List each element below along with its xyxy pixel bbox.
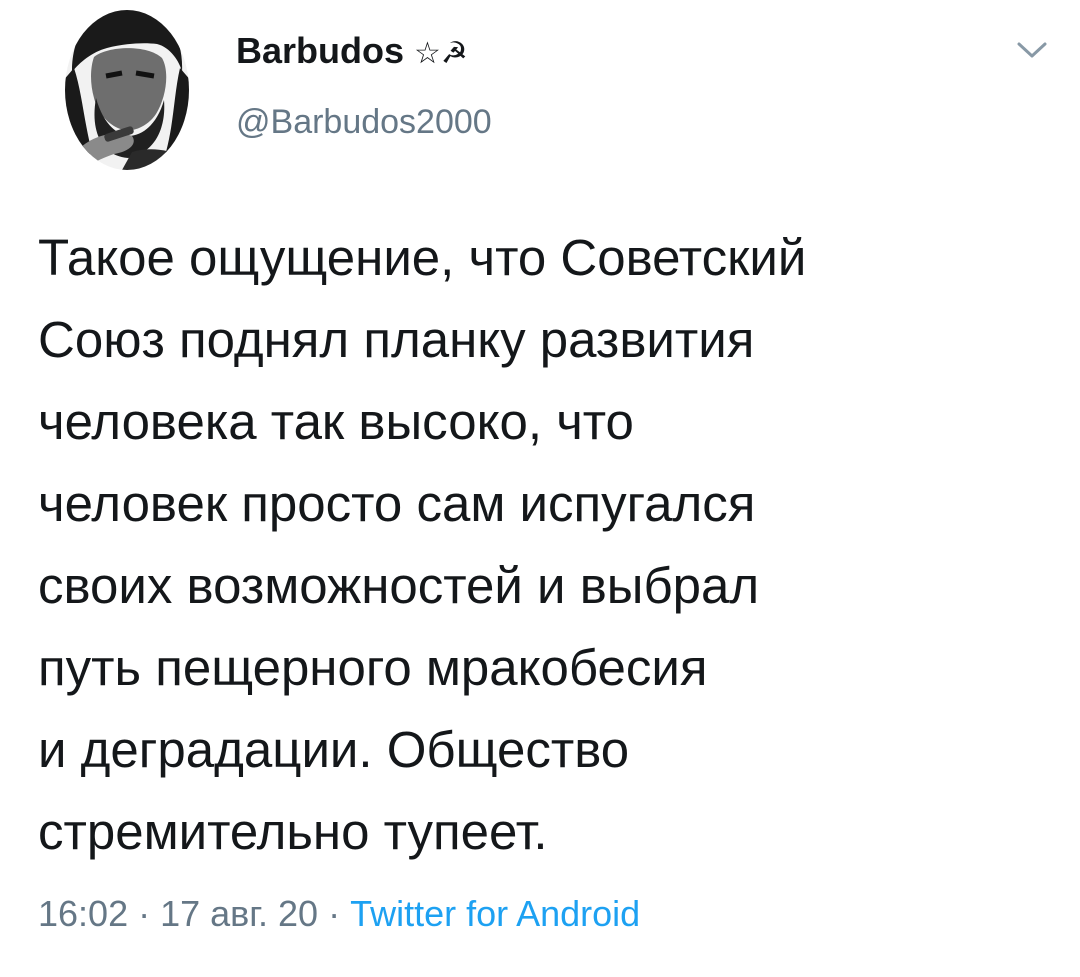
- chevron-down-icon[interactable]: [1016, 40, 1048, 60]
- meta-separator: ·: [128, 893, 161, 934]
- meta-separator: ·: [318, 893, 351, 934]
- tweet-source-link[interactable]: Twitter for Android: [350, 893, 640, 934]
- tweet-time[interactable]: 16:02: [38, 893, 128, 934]
- tweet-date[interactable]: 17 авг. 20: [160, 893, 318, 934]
- star-hammer-sickle-emoji: ☆☭: [414, 36, 468, 71]
- display-name-text[interactable]: Barbudos: [236, 30, 404, 71]
- tweet-text-line: Союз поднял планку развития: [38, 311, 755, 368]
- user-handle[interactable]: @Barbudos2000: [236, 103, 492, 142]
- tweet-text-line: Такое ощущение, что Советский: [38, 229, 807, 286]
- tweet-text-line: и деградации. Общество: [38, 721, 630, 778]
- avatar[interactable]: [62, 2, 192, 170]
- tweet-text-line: путь пещерного мракобесия: [38, 639, 708, 696]
- tweet-text-line: стремительно тупеет.: [38, 803, 548, 860]
- tweet-text-line: своих возможностей и выбрал: [38, 557, 760, 614]
- display-name[interactable]: Barbudos ☆☭: [236, 30, 468, 72]
- tweet-text: Такое ощущение, что Советский Союз подня…: [38, 217, 1048, 873]
- tweet-text-line: человек просто сам испугался: [38, 475, 756, 532]
- tweet-text-line: человека так высоко, что: [38, 393, 634, 450]
- tweet-meta: 16:02 · 17 авг. 20 · Twitter for Android: [38, 893, 640, 935]
